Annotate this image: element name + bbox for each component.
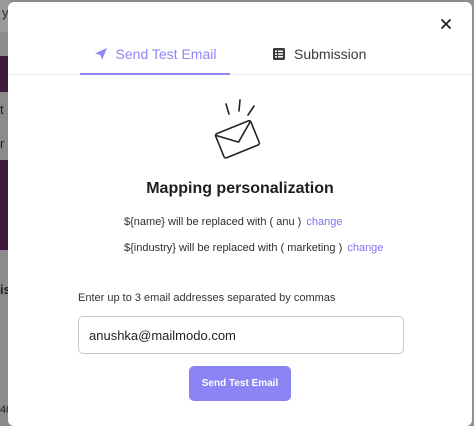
email-input[interactable] [78, 316, 404, 354]
send-test-email-button[interactable]: Send Test Email [189, 366, 291, 401]
tab-submission[interactable]: Submission [272, 34, 366, 74]
close-icon [441, 19, 451, 29]
mapping-text: ${name} will be replaced with ( anu ) [124, 216, 302, 228]
tab-send-test-email[interactable]: Send Test Email [80, 34, 230, 75]
close-button[interactable] [438, 16, 454, 32]
change-industry-link[interactable]: change [347, 242, 383, 254]
mapping-text: ${industry} will be replaced with ( mark… [124, 242, 343, 254]
send-test-email-modal: Send Test Email Submission Mapping perso… [8, 2, 472, 426]
page-title: Mapping personalization [146, 180, 334, 197]
mapping-row-industry: ${industry} will be replaced with ( mark… [124, 242, 383, 254]
modal-tabs: Send Test Email Submission [8, 34, 472, 75]
background-fragment: t [0, 102, 4, 117]
change-name-link[interactable]: change [306, 216, 342, 228]
tab-label: Submission [294, 46, 367, 62]
mapping-row-name: ${name} will be replaced with ( anu ) ch… [124, 216, 342, 228]
email-helper-text: Enter up to 3 email addresses separated … [78, 292, 336, 304]
tab-label: Send Test Email [115, 45, 217, 62]
list-icon [273, 48, 285, 60]
envelope-illustration-icon [214, 99, 261, 159]
background-fragment: r [0, 136, 5, 151]
send-icon [94, 47, 107, 60]
